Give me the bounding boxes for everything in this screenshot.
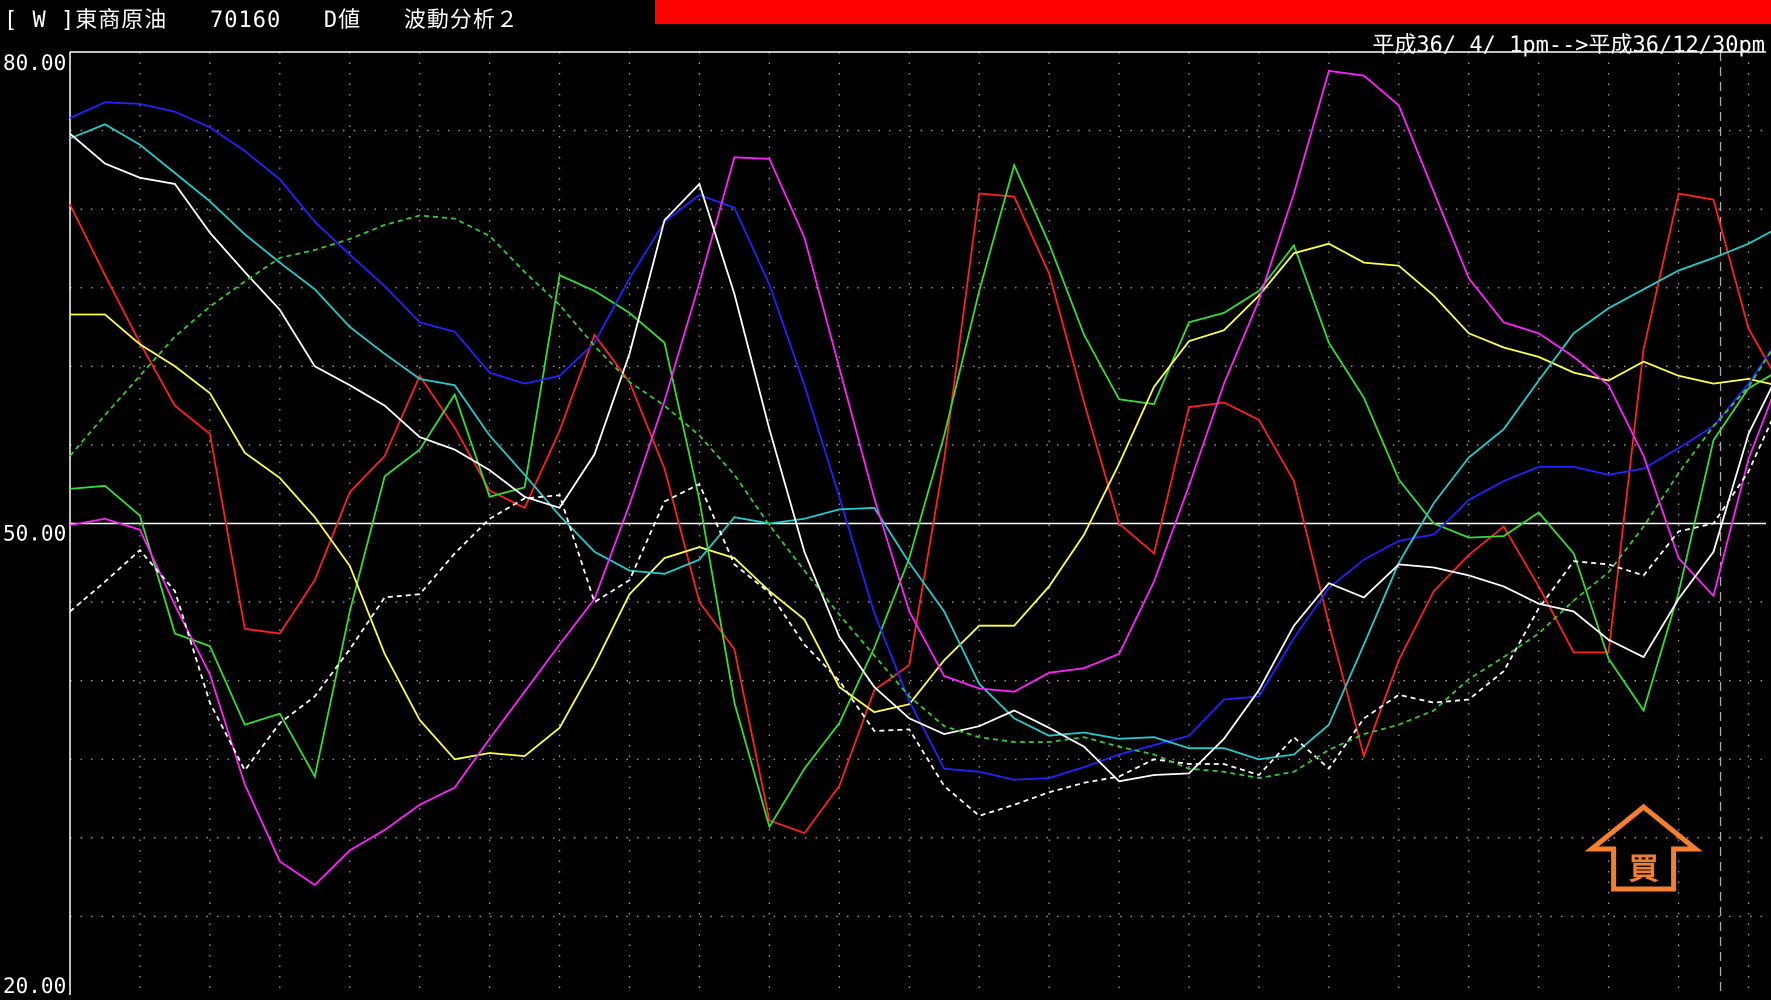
series-line-6	[69, 69, 1771, 887]
y-tick-label: 50.00	[3, 522, 66, 546]
series-line-1	[69, 192, 1771, 835]
series-line-5	[69, 123, 1771, 761]
series-line-8	[69, 419, 1771, 817]
chart-svg: 80.00 50.00 20.00 買	[3, 51, 1771, 998]
chart-series-group	[69, 69, 1771, 887]
chart-grid	[70, 52, 1766, 995]
buy-signal-label: 買	[1629, 852, 1659, 887]
series-line-2	[69, 162, 1771, 830]
series-line-4	[69, 101, 1771, 781]
buy-signal[interactable]: 買	[1584, 803, 1703, 892]
y-tick-label: 80.00	[3, 51, 66, 75]
y-tick-label: 20.00	[3, 974, 66, 998]
